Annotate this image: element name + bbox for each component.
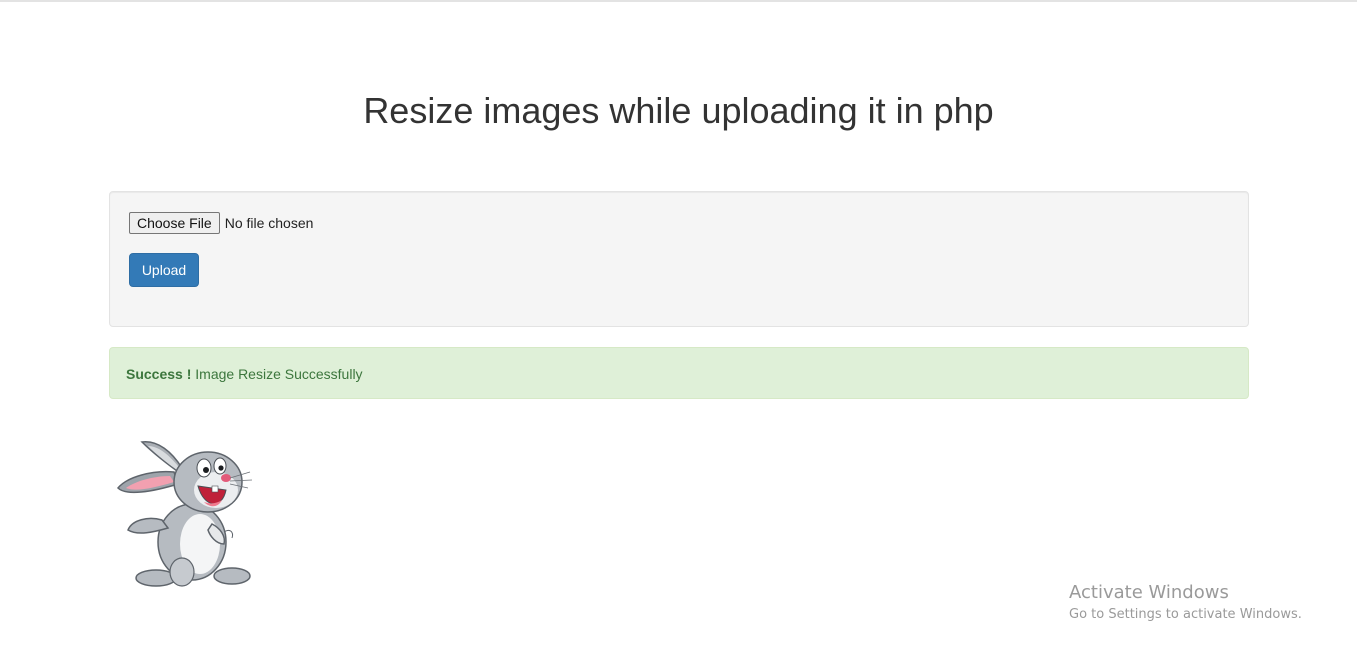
file-input[interactable]: Choose File No file chosen <box>129 211 313 234</box>
success-alert: Success ! Image Resize Successfully <box>109 347 1249 399</box>
file-status-text: No file chosen <box>224 214 314 231</box>
top-divider <box>0 0 1357 2</box>
choose-file-button[interactable]: Choose File <box>129 211 220 234</box>
upload-button[interactable]: Upload <box>129 253 199 287</box>
windows-activation-watermark: Activate Windows Go to Settings to activ… <box>1069 582 1302 625</box>
alert-text: Success ! Image Resize Successfully <box>126 366 363 382</box>
watermark-title: Activate Windows <box>1069 582 1229 603</box>
rabbit-image <box>116 441 253 587</box>
alert-message: Image Resize Successfully <box>195 366 363 382</box>
alert-strong-label: Success ! <box>126 366 192 382</box>
watermark-subtitle: Go to Settings to activate Windows. <box>1069 607 1302 622</box>
page-title: Resize images while uploading it in php <box>363 90 994 131</box>
upload-form: Choose File No file chosen Upload <box>109 191 1249 327</box>
